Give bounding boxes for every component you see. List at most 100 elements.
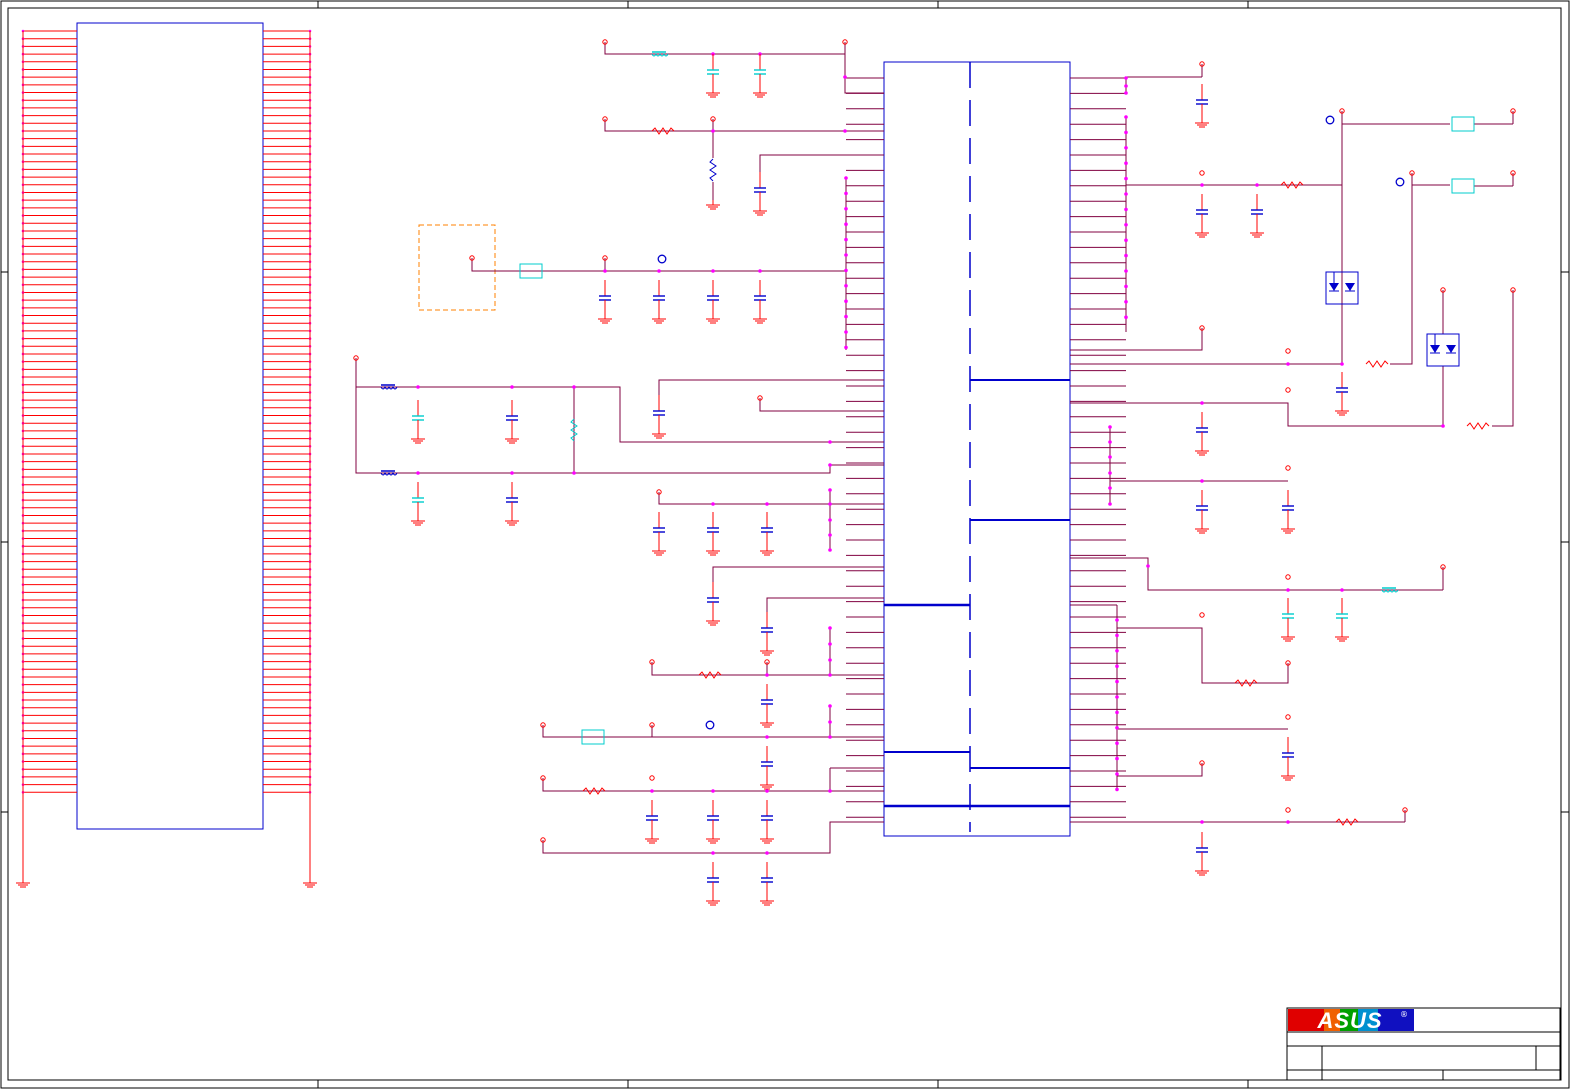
capacitor <box>707 862 719 896</box>
ground-symbol <box>1281 524 1295 534</box>
ground-symbol <box>303 878 317 888</box>
junction-dot <box>1115 649 1119 653</box>
wire <box>356 386 884 443</box>
junction-dot <box>1124 84 1128 88</box>
ground-symbol <box>1281 632 1295 642</box>
capacitor <box>506 482 518 516</box>
wire <box>712 566 884 582</box>
junction-dot <box>1200 183 1204 187</box>
junction-dot <box>1124 192 1128 196</box>
capacitor <box>1196 832 1208 866</box>
junction-dot <box>828 502 832 506</box>
junction-dot <box>828 626 832 630</box>
junction-dot <box>1108 486 1112 490</box>
junction-dot <box>843 75 847 79</box>
junction-dot <box>1115 726 1119 730</box>
test-point <box>657 254 667 264</box>
ground-symbol <box>1195 524 1209 534</box>
capacitor <box>1196 194 1208 228</box>
junction-dot <box>844 253 848 257</box>
junction-dot <box>828 673 832 677</box>
junction-dot <box>828 533 832 537</box>
junction-dot <box>765 851 769 855</box>
junction-dot <box>1124 315 1128 320</box>
diode-arrow <box>1329 283 1339 291</box>
wire <box>766 597 884 612</box>
ground-symbol <box>1281 771 1295 781</box>
junction-dot <box>650 789 654 793</box>
junction-dot <box>1115 633 1119 638</box>
net-endpoint <box>649 775 655 781</box>
capacitor <box>653 512 665 546</box>
capacitor <box>761 800 773 834</box>
fuse-box <box>1451 178 1475 194</box>
wire <box>759 398 884 412</box>
junction-dot <box>828 735 832 739</box>
junction-dot <box>844 237 848 242</box>
capacitor <box>707 582 719 616</box>
net-endpoint <box>1199 612 1205 618</box>
wire <box>604 42 884 94</box>
test-point <box>705 720 715 730</box>
ground-symbol <box>753 206 767 216</box>
junction-dot <box>828 658 832 662</box>
junction-dot <box>1124 253 1128 258</box>
wire <box>1117 627 1289 684</box>
capacitor <box>1196 490 1208 524</box>
junction-dot <box>1108 471 1112 475</box>
ic-pins <box>846 77 1126 818</box>
capacitor <box>1196 412 1208 446</box>
edge-connector <box>21 22 312 830</box>
wire <box>574 464 884 474</box>
test-point <box>1395 177 1405 187</box>
net-endpoint <box>1285 387 1291 393</box>
ground-symbol <box>1195 866 1209 876</box>
ground-symbol <box>1335 406 1349 416</box>
junction-dot <box>828 789 832 793</box>
ground-symbol <box>706 546 720 556</box>
capacitor <box>754 280 766 314</box>
wire <box>1070 328 1203 351</box>
ground-symbol <box>706 314 720 324</box>
junction-dot <box>711 129 715 133</box>
diode-arrow <box>1345 283 1355 291</box>
junction-dot <box>1124 161 1128 165</box>
junction-dot <box>844 176 848 180</box>
junction-dot <box>828 463 832 467</box>
junction-dot <box>510 385 514 389</box>
capacitor <box>754 54 766 88</box>
junction-dot <box>765 673 769 677</box>
capacitor <box>707 280 719 314</box>
junction-dot <box>1200 820 1204 824</box>
ground-symbol <box>652 314 666 324</box>
capacitor <box>707 54 719 88</box>
capacitor <box>761 684 773 718</box>
junction-dot <box>844 314 848 319</box>
capacitor <box>1336 598 1348 632</box>
ground-symbol <box>753 88 767 98</box>
junction-dot <box>1200 479 1204 483</box>
ground-symbol <box>1195 446 1209 456</box>
junction-dot <box>1124 176 1128 181</box>
capacitor <box>1282 737 1294 771</box>
junction-dot <box>1115 787 1119 792</box>
ground-symbol <box>760 718 774 728</box>
junction-dot <box>844 330 848 334</box>
net-endpoint <box>1285 574 1291 580</box>
capacitor <box>646 800 658 834</box>
junction-dot <box>1124 91 1128 95</box>
junction-dot <box>711 502 715 506</box>
capacitor <box>1251 194 1263 228</box>
capacitor <box>707 800 719 834</box>
junction-dot <box>1255 183 1259 187</box>
connector-pins <box>21 29 312 794</box>
junction-dot <box>1108 440 1112 444</box>
junction-dot <box>1115 741 1119 745</box>
logo-text: ASUS <box>1316 1008 1382 1033</box>
ground-symbol <box>706 896 720 906</box>
ground-symbol <box>760 646 774 656</box>
junction-dot <box>843 129 847 133</box>
net-endpoint <box>1285 807 1291 813</box>
junction-dot <box>1115 664 1119 668</box>
net-endpoint <box>1199 170 1205 176</box>
